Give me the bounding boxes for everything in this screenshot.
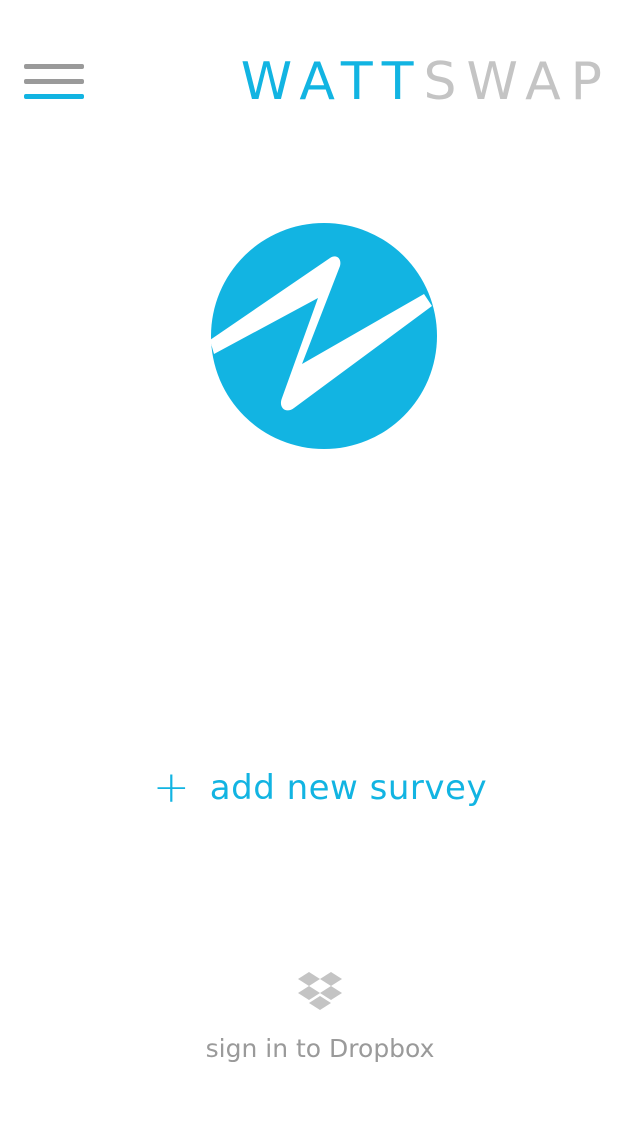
logo-watt: WATT (240, 52, 424, 112)
hamburger-bar (24, 79, 84, 84)
add-new-survey-button[interactable]: + add new survey (0, 760, 640, 816)
hamburger-menu-icon (24, 64, 84, 69)
wattswap-circle-logo-icon (210, 223, 437, 449)
home-screen: WATTSWAP + add new survey sign in to Drop… (0, 0, 640, 1136)
dropbox-signin-label: sign in to Dropbox (205, 1034, 435, 1063)
dropbox-icon (298, 972, 342, 1010)
dropbox-signin-button[interactable]: sign in to Dropbox (0, 970, 640, 1066)
plus-icon: + (152, 762, 190, 813)
menu-button[interactable] (22, 60, 86, 106)
add-survey-label: add new survey (209, 768, 488, 808)
hamburger-bar-accent (24, 94, 84, 99)
app-logo-wordmark: WATTSWAP (241, 54, 612, 110)
logo-swap: SWAP (423, 52, 612, 112)
